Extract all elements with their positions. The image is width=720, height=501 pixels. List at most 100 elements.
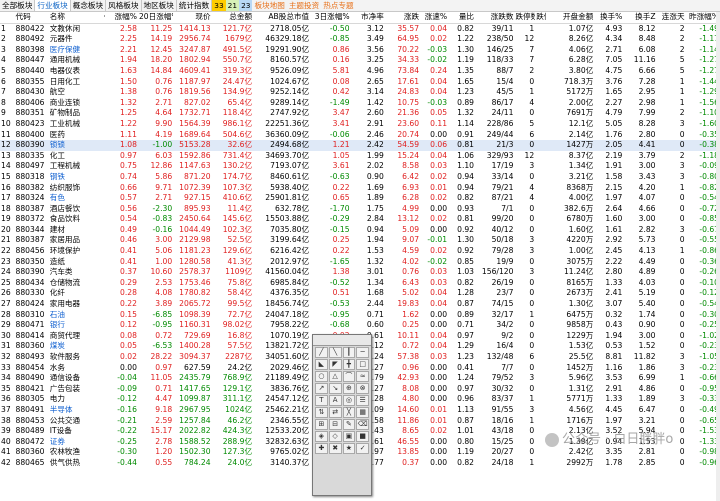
col-header-limit-down-2[interactable]: 跌停数 [535,12,546,24]
table-row[interactable]: 9 880351 矿物制品 1.25 4.64 1732.71 118.4亿 2747.92亿… [0,108,720,119]
drawing-tool-button[interactable]: ┃ [342,347,356,358]
board-map-link[interactable]: 板块地图 [252,0,286,11]
drawing-tool-button[interactable]: □ [356,359,369,370]
col-header-turnover[interactable]: 换手% [594,12,624,24]
drawing-tool-button[interactable]: ╳ [342,407,356,418]
table-row[interactable]: 13 880335 化工 0.97 6.03 1592.86 731.4亿 34693.70亿… [0,151,720,162]
table-row[interactable]: 21 880387 家居用品 0.46 3.00 2129.98 52.5亿 3199.64亿… [0,235,720,246]
drawing-tool-button[interactable]: △ [328,371,342,382]
consec-up-days: 0 [679,320,685,330]
col-header-name[interactable]: 名称 [48,12,95,24]
drawing-tool-button[interactable]: ╋ [342,359,356,370]
drawing-tool-button[interactable]: ◈ [315,431,328,442]
drawing-tool-button[interactable]: ✎ [342,419,356,430]
drawing-tool-button[interactable]: ↘ [328,383,342,394]
table-row[interactable]: 29 880471 银行 0.12 -0.95 1160.31 98.02亿 7958.22亿… [0,320,720,331]
table-row[interactable]: 4 880447 通用机械 1.94 18.20 1802.94 550.7亿 8160.57… [0,55,720,66]
drawing-tool-button[interactable]: ▣ [342,431,356,442]
drawing-tool-button[interactable]: ■ [356,431,369,442]
col-header-20d-change[interactable]: 20日涨幅% [137,12,174,24]
drawing-tool-button[interactable]: ✖ [328,443,342,454]
drawing-tool-button[interactable]: ⇅ [315,407,328,418]
table-row[interactable]: 26 880330 化纤 0.28 4.08 1780.82 58.4亿 4376.35亿 0.… [0,288,720,299]
col-header-change-pct[interactable]: 涨幅% [106,12,138,24]
col-header-consec-up[interactable]: 连涨天 [656,12,686,24]
drawing-tool-button[interactable]: ◎ [342,395,356,406]
table-row[interactable]: 25 880434 仓储物流 0.29 2.53 1753.46 75.8亿 6985.84亿… [0,278,720,289]
table-row[interactable]: 28 880310 石油 0.15 -6.85 1098.39 72.7亿 24047.18亿… [0,310,720,321]
drawing-tool-button[interactable]: ─ [356,347,369,358]
table-row[interactable]: 18 880387 酒店餐饮 0.56 -2.30 895.93 11.4亿 632.78亿 -… [0,204,720,215]
col-header-volume-ratio[interactable]: 量比 [448,12,476,24]
col-header-3d-change[interactable]: 3日涨幅% [310,12,351,24]
drawing-tool-button[interactable]: ✚ [315,443,328,454]
col-header-amount[interactable]: 总金额 [211,12,254,24]
col-header-market-cap[interactable]: AB股总市值 [253,12,311,24]
drawing-tools-panel[interactable]: ╱ ╲ ┃ ─ ◣ ◤ ╋ □ ○ △ ⌒ ≈ ↗ ↘ ⊕ ⊗ T A ◎ ☰ ⇅ ⇄ ╳ ▦ ⊞ ⊟ ✎ ⌫ ◈ ◇ ▣ ■ ✚ ✖ ★ ✓ [312,334,372,496]
table-row[interactable]: 5 880440 电器仪表 1.63 14.84 4609.41 319.3亿 9526.09… [0,66,720,77]
drawing-tool-button[interactable]: ≈ [356,371,369,382]
theme-invest-link[interactable]: 主题投资 [287,0,321,11]
drawing-tool-button[interactable]: ╱ [315,347,328,358]
col-header-speed[interactable]: 涨速% [420,12,449,24]
drawing-tool-button[interactable]: ▦ [356,407,369,418]
drawing-tool-button[interactable]: ↗ [315,383,328,394]
drawing-tool-button[interactable]: ⊕ [342,383,356,394]
drawing-tool-button[interactable]: ⊟ [328,419,342,430]
drawing-tool-button[interactable]: A [328,395,342,406]
table-row[interactable]: 16 880382 纺织服饰 0.66 9.71 1072.39 107.3亿 5938.40… [0,183,720,194]
tab-style-boards[interactable]: 风格板块 [106,0,142,11]
drawing-tool-button[interactable]: ⊗ [356,383,369,394]
table-row[interactable]: 8 880406 商业连锁 1.32 2.71 827.02 65.4亿 9289.14亿 -1… [0,98,720,109]
table-row[interactable]: 15 880318 钢铁 0.74 5.86 871.20 174.7亿 8460.61亿 -0… [0,172,720,183]
table-row[interactable]: 20 880344 建材 0.49 -0.16 1044.49 102.3亿 7035.80亿… [0,225,720,236]
table-row[interactable]: 19 880372 食品饮料 0.54 -0.83 2450.64 145.6亿 15503.… [0,214,720,225]
drawing-tools-titlebar[interactable] [313,335,371,346]
col-header-code[interactable]: 代码 [14,12,49,24]
col-header-open-amount[interactable]: 开盘金额 [545,12,595,24]
col-header-pb[interactable]: 市净率 [350,12,385,24]
table-row[interactable]: 10 880423 工业机械 1.22 9.90 1564.39 986.1亿 22251.3… [0,119,720,130]
drawing-tool-button[interactable]: ⊞ [315,419,328,430]
tab-all-boards[interactable]: 全部板块 [0,0,36,11]
tab-region-boards[interactable]: 地区板块 [142,0,177,11]
drawing-tool-button[interactable]: T [315,395,328,406]
table-row[interactable]: 1 880422 文教休闲 2.58 11.25 1414.13 121.7亿 2718.05… [0,23,720,34]
col-header-index[interactable] [0,12,15,24]
col-header-turnover-z[interactable]: 换手Z [623,12,657,24]
table-row[interactable]: 2 880492 元器件 2.25 14.19 2956.74 1679亿 46329.18亿… [0,34,720,45]
drawing-tool-button[interactable]: ★ [342,443,356,454]
table-row[interactable]: 23 880350 造纸 0.41 1.00 1280.58 41.3亿 2012.97亿 -1… [0,257,720,268]
drawing-tool-button[interactable]: ⌫ [356,419,369,430]
table-row[interactable]: 27 880424 家用电器 0.22 3.89 2065.72 99.5亿 18456.74… [0,299,720,310]
col-header-change[interactable]: 涨跌 [384,12,421,24]
col-header-up-down[interactable]: 涨跌数 [475,12,515,24]
table-row[interactable]: 3 880398 医疗保健 2.21 12.45 3247.87 491.5亿 19291.9… [0,45,720,56]
table-row[interactable]: 14 880497 工程机械 0.75 12.86 1147.63 130.2亿 7193.0… [0,161,720,172]
tab-industry-boards[interactable]: 行业板块 [35,0,71,11]
table-row[interactable]: 17 880324 有色 0.57 2.71 927.15 410.6亿 25901.81亿 0… [0,193,720,204]
drawing-tool-button[interactable]: ◤ [328,359,342,370]
drawing-tool-button[interactable]: ╲ [328,347,342,358]
table-row[interactable]: 11 880400 医药 1.11 4.19 1689.64 504.6亿 36360.09亿… [0,130,720,141]
speed: 0.11 [430,118,448,128]
vertical-scrollbar[interactable] [716,12,720,501]
table-row[interactable]: 6 880355 日用化工 1.50 0.76 1187.97 24.47亿 1024.67亿… [0,77,720,88]
hot-topics-link[interactable]: 热点专题 [321,0,355,11]
drawing-tool-button[interactable]: ○ [315,371,328,382]
table-row[interactable]: 12 880390 锁锁 1.08 -1.00 5153.28 32.6亿 2494.68亿 1… [0,140,720,151]
drawing-tool-button[interactable]: ⌒ [342,371,356,382]
col-header-prev-change[interactable]: 昨涨幅% [685,12,720,24]
drawing-tool-button[interactable]: ◣ [315,359,328,370]
drawing-tool-button[interactable]: ◇ [328,431,342,442]
table-row[interactable]: 22 880456 环境保护 0.41 5.06 1181.23 129.6亿 6216.42… [0,246,720,257]
table-row[interactable]: 7 880430 航空 1.38 0.76 1819.56 134.9亿 9252.14亿 0.… [0,87,720,98]
col-header-limit-down[interactable]: 跌停数 [514,12,536,24]
tab-stat-index[interactable]: 统计指数 [177,0,213,11]
table-row[interactable]: 24 880390 汽车类 0.37 10.60 2578.37 1109亿 41560.04… [0,267,720,278]
col-header-price[interactable]: 现价 [173,12,212,24]
drawing-tool-button[interactable]: ✓ [356,443,369,454]
drawing-tool-button[interactable]: ⇄ [328,407,342,418]
drawing-tool-button[interactable]: ☰ [356,395,369,406]
tab-concept-boards[interactable]: 概念板块 [71,0,107,11]
